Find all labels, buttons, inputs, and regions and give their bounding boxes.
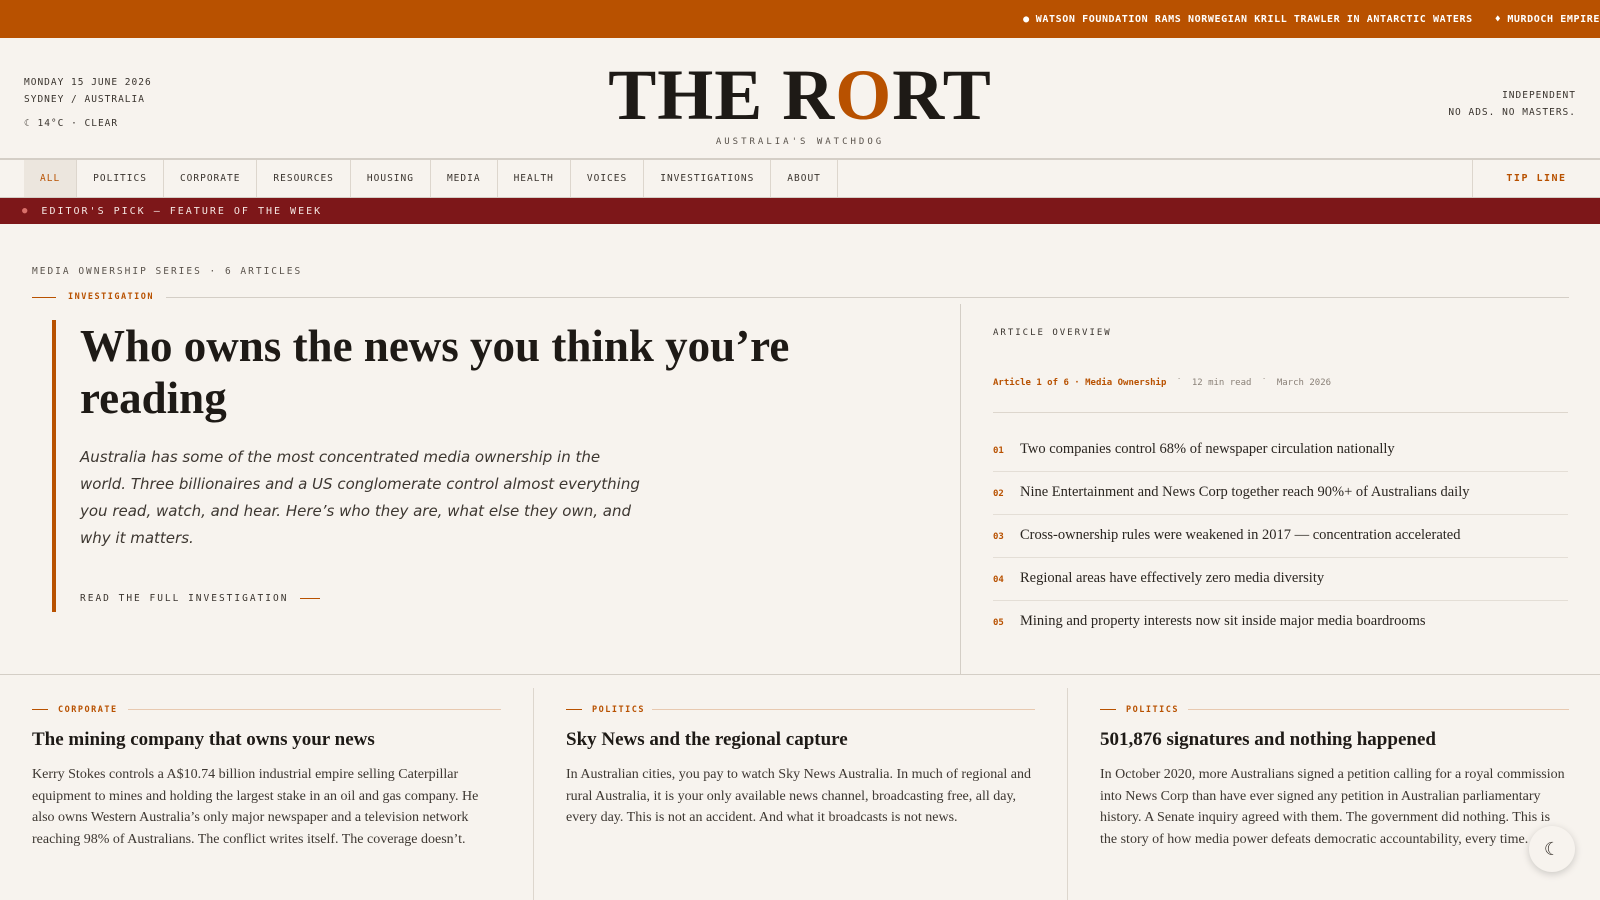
key-points-list: 01 Two companies control 68% of newspaper…	[993, 429, 1568, 644]
list-item: 03 Cross-ownership rules were weakened in…	[993, 515, 1568, 558]
nav-item-investigations[interactable]: INVESTIGATIONS	[644, 160, 772, 197]
masthead-motto: INDEPENDENT NO ADS. NO MASTERS.	[1448, 87, 1576, 121]
kicker-rule	[652, 709, 1035, 710]
ticker-dot-icon: ♦	[1494, 13, 1502, 25]
news-ticker[interactable]: ● WATSON FOUNDATION RAMS NORWEGIAN KRILL…	[0, 0, 1600, 38]
tagline: AUSTRALIA'S WATCHDOG	[715, 137, 885, 147]
editors-pick-label: EDITOR'S PICK — FEATURE OF THE WEEK	[41, 205, 323, 217]
theme-toggle-button[interactable]: ☾	[1529, 826, 1575, 872]
card-summary: Kerry Stokes controls a A$10.74 billion …	[32, 767, 479, 847]
overview-meta: Article 1 of 6 · Media Ownership ˙ 12 mi…	[993, 378, 1568, 388]
nav-item-resources[interactable]: RESOURCES	[257, 160, 351, 197]
kicker-rule	[32, 709, 48, 710]
column-divider	[960, 304, 961, 674]
point-text: Two companies control 68% of newspaper c…	[1020, 441, 1395, 457]
card-title[interactable]: 501,876 signatures and nothing happened	[1100, 728, 1570, 752]
site-logo[interactable]: THE RORT	[0, 59, 1600, 131]
motto-line: INDEPENDENT	[1502, 90, 1576, 101]
feature-dek: Australia has some of the most concentra…	[80, 448, 640, 547]
series-label: MEDIA OWNERSHIP SERIES · 6 ARTICLES	[32, 266, 303, 277]
moon-icon: ☾	[1543, 838, 1561, 860]
kicker-rule	[1100, 709, 1116, 710]
nav-item-housing[interactable]: HOUSING	[351, 160, 431, 197]
kicker-rule	[1188, 709, 1569, 710]
card-kicker: POLITICS	[1126, 705, 1179, 715]
section-rule	[166, 297, 1569, 298]
point-number: 01	[993, 446, 1004, 456]
overview-title: ARTICLE OVERVIEW	[993, 328, 1112, 338]
card-kicker: POLITICS	[592, 705, 645, 715]
list-item: 05 Mining and property interests now sit …	[993, 601, 1568, 644]
section-nav: ALL POLITICS CORPORATE RESOURCES HOUSING…	[0, 160, 1600, 198]
point-text: Regional areas have effectively zero med…	[1020, 570, 1325, 586]
point-text: Mining and property interests now sit in…	[1020, 613, 1426, 629]
meta-separator: ˙	[1261, 378, 1267, 388]
nav-item-voices[interactable]: VOICES	[571, 160, 645, 197]
ticker-item[interactable]: WATSON FOUNDATION RAMS NORWEGIAN KRILL T…	[1036, 14, 1473, 25]
ticker-dot-icon: ●	[1023, 13, 1030, 25]
logo-accent-letter: O	[835, 55, 893, 135]
section-divider	[0, 674, 1600, 675]
card-summary: In Australian cities, you pay to watch S…	[566, 767, 1032, 826]
masthead: MONDAY 15 JUNE 2026 SYDNEY / AUSTRALIA ☾…	[0, 38, 1600, 160]
card-divider	[533, 688, 534, 900]
list-item: 02 Nine Entertainment and News Corp toget…	[993, 472, 1568, 515]
kicker-rule	[32, 297, 56, 298]
nav-item-media[interactable]: MEDIA	[431, 160, 498, 197]
card-divider	[1067, 688, 1068, 900]
nav-item-corporate[interactable]: CORPORATE	[164, 160, 258, 197]
point-text: Nine Entertainment and News Corp togethe…	[1020, 484, 1470, 500]
list-item: 04 Regional areas have effectively zero m…	[993, 558, 1568, 601]
editors-pick-bar: ● EDITOR'S PICK — FEATURE OF THE WEEK	[0, 198, 1600, 224]
pick-dot-icon: ●	[22, 206, 30, 216]
nav-item-politics[interactable]: POLITICS	[77, 160, 164, 197]
nav-item-all[interactable]: ALL	[24, 160, 78, 197]
point-number: 04	[993, 575, 1004, 585]
point-number: 02	[993, 489, 1004, 499]
point-number: 05	[993, 618, 1004, 628]
tip-line-button[interactable]: TIP LINE	[1472, 160, 1600, 197]
feature-headline[interactable]: Who owns the news you think you’re readi…	[80, 320, 860, 424]
point-text: Cross-ownership rules were weakened in 2…	[1020, 527, 1461, 543]
read-full-investigation-link[interactable]: READ THE FULL INVESTIGATION	[80, 593, 321, 604]
nav-item-health[interactable]: HEALTH	[498, 160, 571, 197]
card-summary: In October 2020, more Australians signed…	[1100, 767, 1565, 847]
kicker-rule	[128, 709, 501, 710]
list-item: 01 Two companies control 68% of newspaper…	[993, 429, 1568, 472]
card-title[interactable]: The mining company that owns your news	[32, 728, 502, 752]
logo-text: THE R	[608, 55, 836, 135]
article-overview: ARTICLE OVERVIEW Article 1 of 6 · Media …	[993, 304, 1568, 644]
logo-block: THE RORT AUSTRALIA'S WATCHDOG	[0, 59, 1600, 147]
card-title[interactable]: Sky News and the regional capture	[566, 728, 1036, 752]
overview-read-time: 12 min read	[1191, 378, 1252, 388]
meta-separator: ˙	[1176, 378, 1182, 388]
logo-text: RT	[892, 55, 992, 135]
overview-series: Article 1 of 6 · Media Ownership	[993, 378, 1167, 388]
arrow-line-icon	[300, 598, 321, 599]
feature-article: Who owns the news you think you’re readi…	[52, 320, 892, 612]
overview-rule	[993, 412, 1568, 413]
overview-date: March 2026	[1276, 378, 1332, 388]
feature-kicker: INVESTIGATION	[68, 292, 155, 302]
kicker-rule	[566, 709, 582, 710]
point-number: 03	[993, 532, 1004, 542]
card-kicker: CORPORATE	[58, 705, 118, 715]
nav-item-about[interactable]: ABOUT	[771, 160, 838, 197]
ticker-item[interactable]: MURDOCH EMPIRE	[1507, 14, 1600, 25]
motto-line: NO ADS. NO MASTERS.	[1448, 107, 1576, 118]
read-link-label: READ THE FULL INVESTIGATION	[80, 593, 289, 604]
